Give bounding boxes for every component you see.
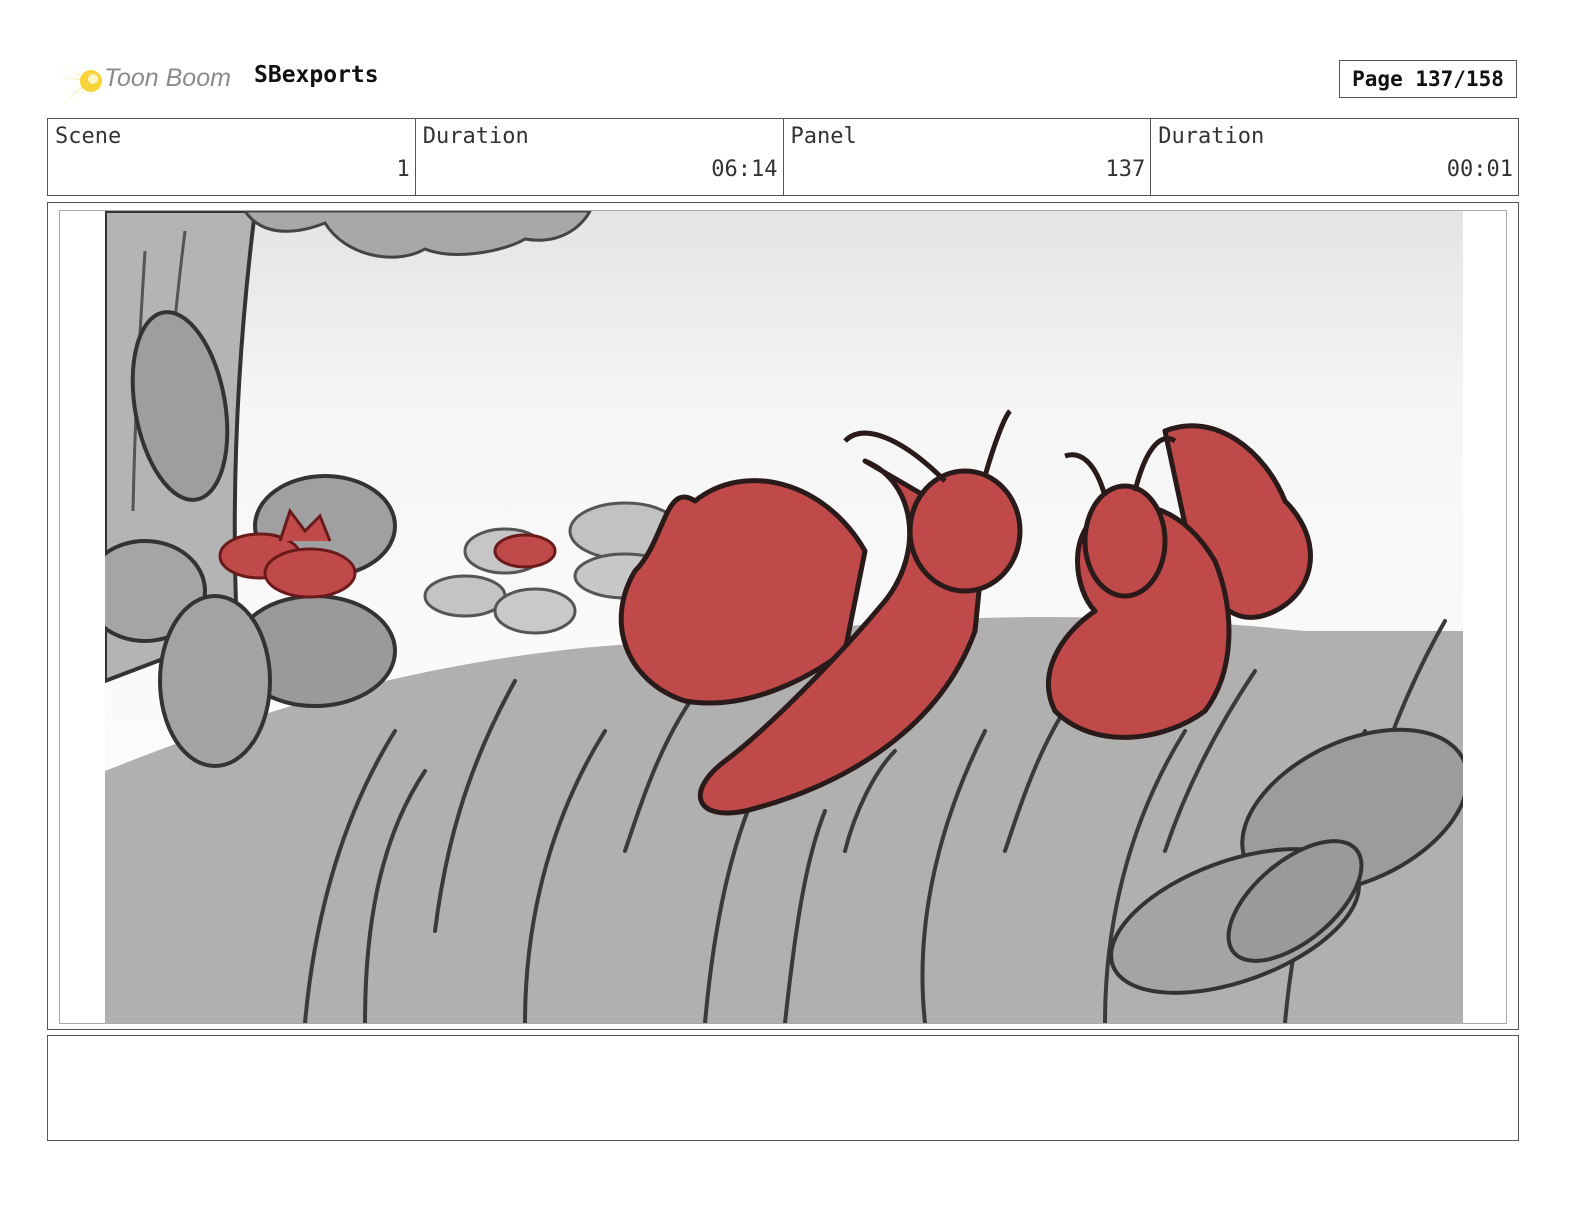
panel-duration-value: 00:01 — [1446, 157, 1513, 182]
panel-cell: Panel 137 — [784, 119, 1152, 195]
panel-frame — [47, 202, 1519, 1030]
panel-value: 137 — [1105, 157, 1146, 182]
panel-label: Panel — [790, 124, 857, 149]
storyboard-sketch-image — [105, 211, 1463, 1023]
scene-value: 1 — [396, 157, 410, 182]
scene-label: Scene — [55, 124, 122, 149]
panel-info-table: Scene 1 Duration 06:14 Panel 137 Duratio… — [47, 118, 1519, 196]
scene-duration-value: 06:14 — [711, 157, 778, 182]
scene-cell: Scene 1 — [48, 119, 416, 195]
panel-duration-cell: Duration 00:01 — [1151, 119, 1518, 195]
scene-duration-label: Duration — [422, 124, 529, 149]
page-indicator: Page 137/158 — [1339, 60, 1517, 98]
scene-duration-cell: Duration 06:14 — [416, 119, 784, 195]
panel-notes-box — [47, 1035, 1519, 1141]
project-title: SBexports — [254, 62, 379, 88]
logo-wordmark: Toon Boom — [104, 64, 231, 92]
panel-duration-label: Duration — [1158, 124, 1265, 149]
panel-image-area — [59, 210, 1507, 1024]
